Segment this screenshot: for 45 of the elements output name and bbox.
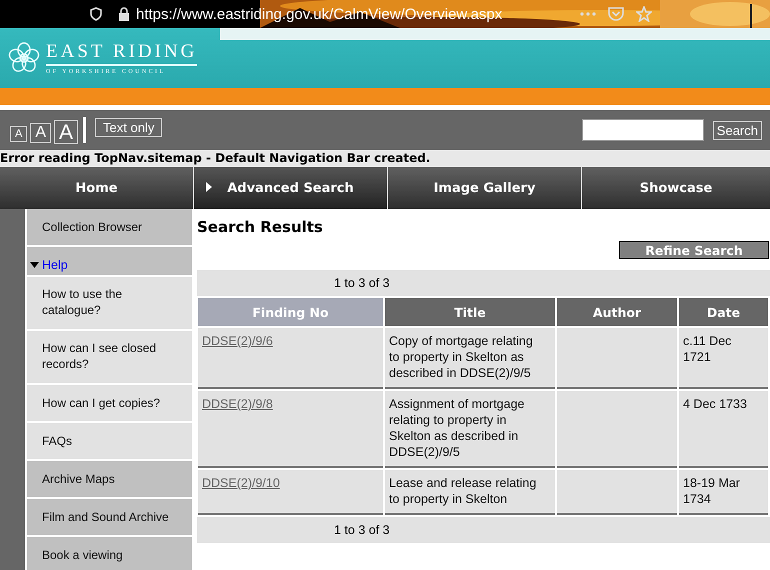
pager-text: 1 to 3 of 3 — [197, 270, 770, 296]
text-size-button[interactable]: A — [10, 126, 28, 142]
text-size-button[interactable]: A — [54, 120, 78, 144]
shield-icon[interactable] — [90, 7, 102, 21]
table-cell: c.11 Dec 1721 — [679, 328, 768, 389]
sidebar-item[interactable]: FAQs — [27, 423, 192, 461]
finding-no-link[interactable]: DDSE(2)/9/8 — [202, 397, 273, 411]
table-cell: 18-19 Mar 1734 — [679, 470, 768, 515]
sidebar-item[interactable]: Collection Browser — [27, 209, 192, 247]
lock-icon — [118, 7, 130, 21]
column-header[interactable]: Author — [557, 298, 677, 326]
finding-no-link[interactable]: DDSE(2)/9/6 — [202, 334, 273, 348]
nav-tab[interactable]: Advanced Search — [194, 167, 387, 209]
error-message: Error reading TopNav.sitemap - Default Navigation Bar created. — [0, 150, 770, 167]
text-size-button[interactable]: A — [30, 123, 52, 143]
table-cell: Copy of mortgage relating to property in Skelton as described in DDSE(2)/9/5 — [385, 328, 555, 389]
sidebar-item[interactable]: Book a viewing — [27, 537, 192, 570]
pager-text: 1 to 3 of 3 — [197, 517, 770, 543]
more-icon[interactable] — [580, 12, 596, 16]
sidebar-item[interactable]: Film and Sound Archive — [27, 499, 192, 537]
nav-tab[interactable]: Showcase — [582, 167, 770, 209]
table-cell: Assignment of mortgage relating to property in Skelton as described in DDSE(2)/9/5 — [385, 391, 555, 468]
sidebar-item[interactable]: How to use the catalogue? — [27, 277, 192, 331]
table-cell: Lease and release relating to property in Skelton — [385, 470, 555, 515]
star-icon[interactable] — [636, 6, 652, 22]
triangle-icon — [30, 262, 39, 268]
finding-no-link[interactable]: DDSE(2)/9/10 — [202, 476, 280, 490]
triangle-icon — [206, 182, 212, 192]
rose-emblem-icon — [8, 42, 40, 74]
logo-title: EAST RIDING — [46, 42, 198, 66]
column-header[interactable]: Title — [385, 298, 555, 326]
nav-tab[interactable]: Image Gallery — [388, 167, 581, 209]
sidebar-item[interactable]: How can I get copies? — [27, 385, 192, 423]
sidebar-item[interactable]: How can I see closed records? — [27, 331, 192, 385]
text-only-button[interactable]: Text only — [95, 118, 162, 137]
sidebar-item[interactable]: Archive Maps — [27, 461, 192, 499]
column-header[interactable]: Date — [679, 298, 768, 326]
sidebar-heading[interactable]: Help — [30, 258, 68, 272]
pocket-icon[interactable] — [608, 7, 624, 21]
page-title: Search Results — [197, 218, 324, 236]
nav-tab[interactable]: Home — [0, 167, 193, 209]
refine-search-button[interactable]: Refine Search — [619, 241, 769, 259]
search-field[interactable] — [582, 119, 704, 141]
table-cell: 4 Dec 1733 — [679, 391, 768, 468]
search-button[interactable]: Search — [712, 120, 762, 140]
